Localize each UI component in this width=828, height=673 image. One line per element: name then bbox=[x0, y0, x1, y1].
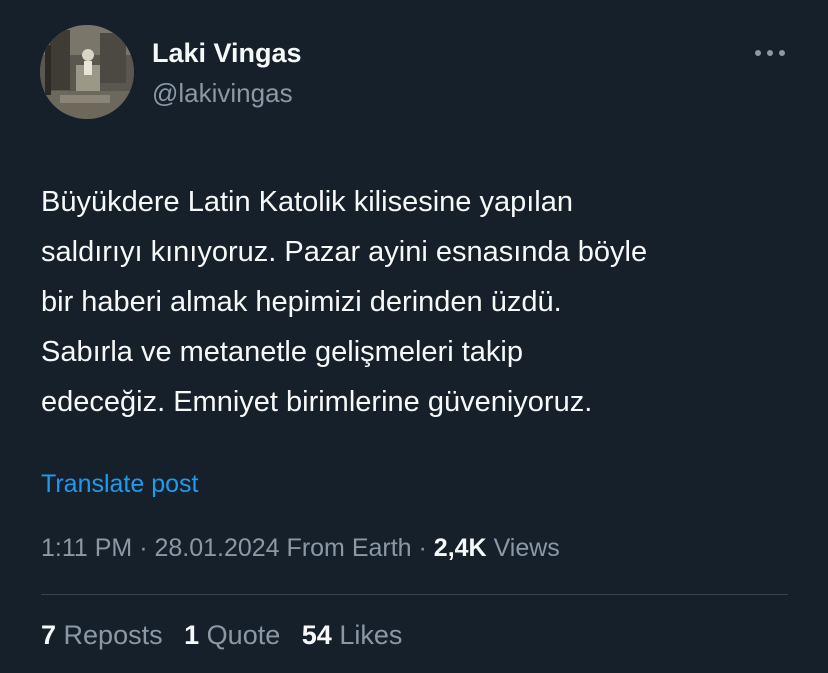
post-time[interactable]: 1:11 PM bbox=[41, 534, 132, 562]
views-count: 2,4K bbox=[433, 534, 487, 562]
quotes-label: Quote bbox=[206, 620, 281, 650]
tweet-text: Büyükdere Latin Katolik kilisesine yapıl… bbox=[41, 177, 801, 427]
tweet-text-line: saldırıyı kınıyoruz. Pazar ayini esnasın… bbox=[41, 236, 648, 268]
views-label: Views bbox=[493, 534, 560, 562]
likes-stat[interactable]: 54 Likes bbox=[302, 620, 403, 650]
tweet-text-line: Sabırla ve metanetle gelişmeleri takip bbox=[41, 336, 523, 368]
quotes-count: 1 bbox=[184, 620, 200, 650]
divider bbox=[41, 594, 788, 595]
more-options-button[interactable] bbox=[750, 38, 790, 68]
tweet-text-line: edeceğiz. Emniyet birimlerine güveniyoru… bbox=[41, 386, 593, 418]
profile-photo-icon bbox=[40, 25, 134, 119]
post-source: From Earth bbox=[286, 534, 412, 562]
reposts-count: 7 bbox=[41, 620, 57, 650]
meta-separator: · bbox=[132, 534, 155, 562]
engagement-stats: 7 Reposts 1 Quote 54 Likes bbox=[41, 620, 416, 651]
likes-label: Likes bbox=[339, 620, 403, 650]
author-handle[interactable]: @lakivingas bbox=[152, 78, 293, 109]
author-display-name[interactable]: Laki Vingas bbox=[152, 38, 302, 69]
translate-post-link[interactable]: Translate post bbox=[41, 470, 198, 499]
reposts-label: Reposts bbox=[63, 620, 163, 650]
tweet-text-line: bir haberi almak hepimizi derinden üzdü. bbox=[41, 286, 562, 318]
more-dots-icon bbox=[755, 50, 785, 56]
tweet-text-line: Büyükdere Latin Katolik kilisesine yapıl… bbox=[41, 186, 573, 218]
likes-count: 54 bbox=[301, 620, 332, 650]
avatar[interactable] bbox=[40, 25, 134, 119]
quotes-stat[interactable]: 1 Quote bbox=[184, 620, 280, 650]
tweet-metadata: 1:11 PM · 28.01.2024 From Earth · 2,4K V… bbox=[41, 534, 560, 563]
meta-separator: · bbox=[411, 534, 434, 562]
reposts-stat[interactable]: 7 Reposts bbox=[41, 620, 163, 650]
tweet-detail: Laki Vingas @lakivingas Büyükdere Latin … bbox=[0, 0, 828, 673]
post-date[interactable]: 28.01.2024 bbox=[154, 534, 279, 562]
